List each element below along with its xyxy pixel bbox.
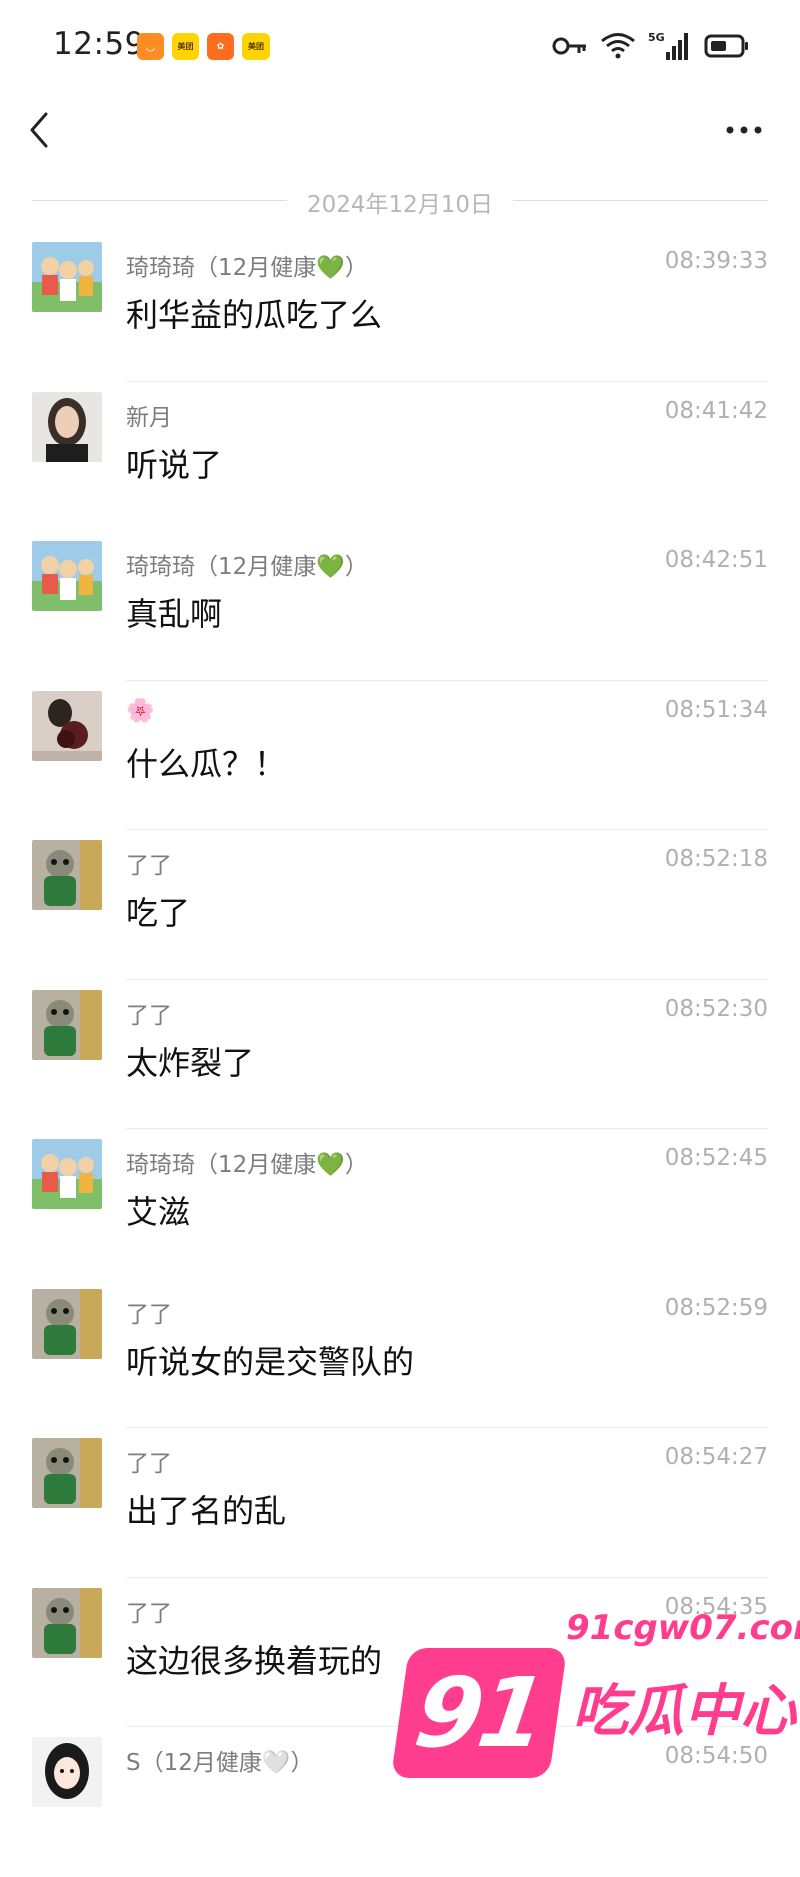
plush-toy-avatar[interactable] [32, 989, 102, 1060]
message-item[interactable]: 了了 08:52:30 太炸裂了 [0, 980, 800, 1129]
plush-toy-avatar[interactable] [32, 840, 102, 910]
message-time: 08:41:42 [664, 397, 768, 424]
message-text: 出了名的乱 [126, 1492, 287, 1530]
divider-line [32, 200, 287, 201]
message-item[interactable]: S（12月健康🤍） 08:54:50 [0, 1727, 800, 1877]
message-item[interactable]: 琦琦琦（12月健康💚） 08:42:51 真乱啊 [0, 531, 800, 681]
sender-name: 了了 [126, 1301, 172, 1328]
app-notification-icon: ✿ [207, 33, 234, 60]
message-text: 听说了 [126, 445, 223, 484]
message-item[interactable]: 琦琦琦（12月健康💚） 08:52:45 艾滋 [0, 1129, 800, 1279]
message-time: 08:54:27 [664, 1444, 768, 1470]
message-text: 吃了 [126, 894, 191, 932]
date-divider: 2024年12月10日 [32, 180, 768, 220]
battery-icon [704, 34, 748, 58]
message-time: 08:52:45 [664, 1145, 768, 1171]
meituan-notification-icon: 美团 [172, 33, 199, 60]
divider-line [513, 200, 768, 201]
message-item[interactable]: 了了 08:54:35 这边很多换着玩的 [0, 1578, 800, 1727]
message-list: 琦琦琦（12月健康💚） 08:39:33 利华益的瓜吃了么 新月 08:41:4… [0, 232, 800, 1877]
message-time: 08:52:30 [664, 995, 768, 1022]
key-icon [552, 37, 586, 55]
date-label: 2024年12月10日 [306, 192, 494, 218]
sender-name: 琦琦琦（12月健康💚） [126, 554, 368, 580]
message-item[interactable]: 了了 08:54:27 出了名的乱 [0, 1428, 800, 1578]
message-item[interactable]: 🌸 08:51:34 什么瓜？！ [0, 681, 800, 830]
more-icon [726, 126, 762, 134]
status-time: 12:59 [53, 26, 145, 62]
status-bar: 12:59 ◡ 美团 ✿ 美团 5G [0, 0, 800, 92]
message-time: 08:39:33 [664, 248, 768, 274]
cartoon-group-avatar[interactable] [32, 1139, 102, 1209]
sender-name: 琦琦琦（12月健康💚） [126, 255, 368, 281]
anime-girl-avatar[interactable] [32, 1737, 102, 1807]
message-time: 08:54:50 [664, 1743, 768, 1769]
sender-name: 🌸 [126, 697, 155, 724]
message-text: 这边很多换着玩的 [126, 1641, 383, 1680]
sender-name: 了了 [126, 1002, 172, 1029]
plush-toy-avatar[interactable] [32, 1288, 102, 1359]
woman-portrait-avatar[interactable] [32, 391, 102, 462]
back-button[interactable] [24, 106, 64, 154]
sender-name: 新月 [126, 404, 172, 431]
message-time: 08:52:59 [664, 1294, 768, 1321]
sender-name: 琦琦琦（12月健康💚） [126, 1152, 368, 1178]
message-text: 真乱啊 [126, 595, 223, 633]
message-item[interactable]: 了了 08:52:59 听说女的是交警队的 [0, 1279, 800, 1428]
cartoon-group-avatar[interactable] [32, 541, 102, 611]
svg-text:5G: 5G [648, 31, 665, 44]
meituan-notification-icon: 美团 [242, 33, 270, 60]
message-text: 艾滋 [126, 1193, 191, 1231]
message-text: 听说女的是交警队的 [126, 1342, 415, 1381]
more-options-button[interactable] [720, 112, 768, 148]
message-item[interactable]: 新月 08:41:42 听说了 [0, 382, 800, 532]
flowers-photo-avatar[interactable] [32, 690, 102, 761]
message-time: 08:42:51 [664, 547, 768, 573]
cartoon-group-avatar[interactable] [32, 242, 102, 312]
message-time: 08:54:35 [664, 1593, 768, 1620]
sender-name: 了了 [126, 853, 172, 879]
message-time: 08:51:34 [664, 696, 768, 723]
sender-name: S（12月健康🤍） [126, 1750, 314, 1776]
plush-toy-avatar[interactable] [32, 1587, 102, 1658]
message-text: 太炸裂了 [126, 1043, 255, 1082]
status-icons: 5G [552, 28, 750, 64]
chevron-left-icon [30, 112, 48, 148]
sender-name: 了了 [126, 1451, 172, 1477]
wifi-icon [601, 33, 635, 59]
message-text: 什么瓜？！ [126, 744, 287, 783]
signal-5g-icon: 5G [648, 31, 688, 60]
message-text: 利华益的瓜吃了么 [126, 296, 383, 334]
sender-name: 了了 [126, 1600, 172, 1627]
message-item[interactable]: 琦琦琦（12月健康💚） 08:39:33 利华益的瓜吃了么 [0, 232, 800, 382]
message-item[interactable]: 了了 08:52:18 吃了 [0, 830, 800, 980]
plush-toy-avatar[interactable] [32, 1438, 102, 1508]
app-notification-icon: ◡ [137, 33, 164, 60]
message-time: 08:52:18 [664, 846, 768, 872]
